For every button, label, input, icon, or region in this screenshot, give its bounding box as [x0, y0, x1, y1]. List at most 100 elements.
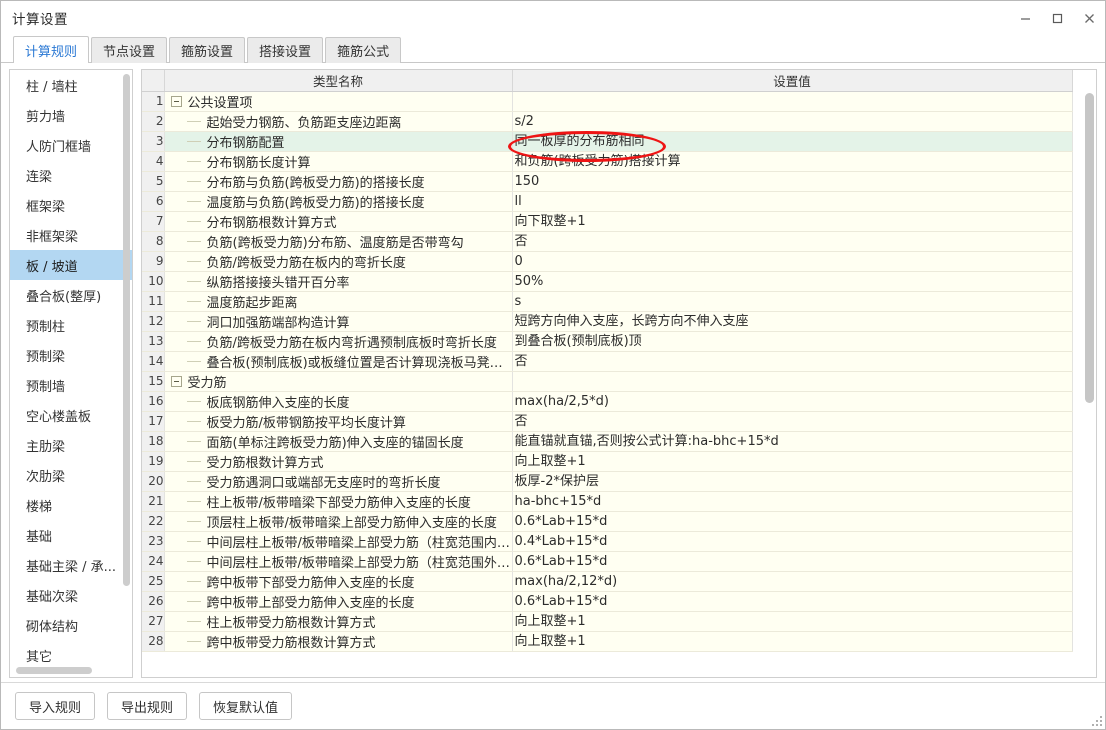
grid-vertical-scrollbar[interactable]: [1085, 93, 1094, 674]
sidebar-item-13[interactable]: 次肋梁: [10, 460, 132, 490]
grid-vertical-scroll-thumb[interactable]: [1085, 93, 1094, 403]
table-row[interactable]: 21 柱上板带/板带暗梁下部受力筋伸入支座的长度 ha-bhc+15*d: [142, 491, 1073, 512]
sidebar-item-10[interactable]: 预制墙: [10, 370, 132, 400]
sidebar-item-12[interactable]: 主肋梁: [10, 430, 132, 460]
setting-value-cell[interactable]: 否: [512, 231, 1073, 252]
setting-value-cell[interactable]: 向上取整+1: [512, 451, 1073, 472]
column-header-setting-value[interactable]: 设置值: [512, 70, 1073, 92]
setting-value-cell[interactable]: 能直锚就直锚,否则按公式计算:ha-bhc+15*d: [512, 431, 1073, 452]
table-row[interactable]: 28 跨中板带受力筋根数计算方式 向上取整+1: [142, 631, 1073, 652]
setting-value-cell[interactable]: 同一板厚的分布筋相同: [512, 131, 1073, 152]
setting-value-cell[interactable]: 150: [512, 171, 1073, 192]
type-name-cell[interactable]: 洞口加强筋端部构造计算: [164, 311, 513, 332]
setting-value-cell[interactable]: 50%: [512, 271, 1073, 292]
setting-value-cell[interactable]: 0.6*Lab+15*d: [512, 551, 1073, 572]
table-row[interactable]: 27 柱上板带受力筋根数计算方式 向上取整+1: [142, 611, 1073, 632]
type-name-cell[interactable]: 负筋/跨板受力筋在板内弯折遇预制底板时弯折长度: [164, 331, 513, 352]
type-name-cell[interactable]: 板受力筋/板带钢筋按平均长度计算: [164, 411, 513, 432]
setting-value-cell[interactable]: 否: [512, 411, 1073, 432]
table-row[interactable]: 13 负筋/跨板受力筋在板内弯折遇预制底板时弯折长度 到叠合板(预制底板)顶: [142, 331, 1073, 352]
setting-value-cell[interactable]: 板厚-2*保护层: [512, 471, 1073, 492]
type-name-cell[interactable]: 负筋/跨板受力筋在板内的弯折长度: [164, 251, 513, 272]
type-name-cell[interactable]: 温度筋与负筋(跨板受力筋)的搭接长度: [164, 191, 513, 212]
setting-value-cell[interactable]: 0.6*Lab+15*d: [512, 511, 1073, 532]
table-row[interactable]: 1 公共设置项: [142, 91, 1073, 112]
table-row[interactable]: 15 受力筋: [142, 371, 1073, 392]
import-rules-button[interactable]: 导入规则: [15, 692, 96, 720]
sidebar-item-1[interactable]: 剪力墙: [10, 100, 132, 130]
sidebar-item-2[interactable]: 人防门框墙: [10, 130, 132, 160]
export-rules-button[interactable]: 导出规则: [107, 692, 188, 720]
setting-value-cell[interactable]: [512, 371, 1073, 392]
type-name-cell[interactable]: 受力筋: [164, 371, 513, 392]
restore-defaults-button[interactable]: 恢复默认值: [199, 692, 293, 720]
collapse-minus-icon[interactable]: [170, 375, 182, 387]
setting-value-cell[interactable]: 和负筋(跨板受力筋)搭接计算: [512, 151, 1073, 172]
table-row[interactable]: 8 负筋(跨板受力筋)分布筋、温度筋是否带弯勾 否: [142, 231, 1073, 252]
table-row[interactable]: 11 温度筋起步距离 s: [142, 291, 1073, 312]
column-header-index[interactable]: [142, 70, 165, 92]
setting-value-cell[interactable]: max(ha/2,12*d): [512, 571, 1073, 592]
table-row[interactable]: 19 受力筋根数计算方式 向上取整+1: [142, 451, 1073, 472]
type-name-cell[interactable]: 分布钢筋配置: [164, 131, 513, 152]
table-row[interactable]: 9 负筋/跨板受力筋在板内的弯折长度 0: [142, 251, 1073, 272]
type-name-cell[interactable]: 顶层柱上板带/板带暗梁上部受力筋伸入支座的长度: [164, 511, 513, 532]
type-name-cell[interactable]: 跨中板带受力筋根数计算方式: [164, 631, 513, 652]
sidebar-vertical-scroll-thumb[interactable]: [123, 74, 130, 586]
table-row[interactable]: 25 跨中板带下部受力筋伸入支座的长度 max(ha/2,12*d): [142, 571, 1073, 592]
table-row[interactable]: 3 分布钢筋配置 同一板厚的分布筋相同: [142, 131, 1073, 152]
table-row[interactable]: 18 面筋(单标注跨板受力筋)伸入支座的锚固长度 能直锚就直锚,否则按公式计算:ha…: [142, 431, 1073, 452]
sidebar-item-4[interactable]: 框架梁: [10, 190, 132, 220]
type-name-cell[interactable]: 受力筋遇洞口或端部无支座时的弯折长度: [164, 471, 513, 492]
type-name-cell[interactable]: 分布钢筋根数计算方式: [164, 211, 513, 232]
setting-value-cell[interactable]: 向下取整+1: [512, 211, 1073, 232]
setting-value-cell[interactable]: ha-bhc+15*d: [512, 491, 1073, 512]
table-row[interactable]: 17 板受力筋/板带钢筋按平均长度计算 否: [142, 411, 1073, 432]
sidebar-item-11[interactable]: 空心楼盖板: [10, 400, 132, 430]
type-name-cell[interactable]: 面筋(单标注跨板受力筋)伸入支座的锚固长度: [164, 431, 513, 452]
setting-value-cell[interactable]: 0.6*Lab+15*d: [512, 591, 1073, 612]
sidebar-item-0[interactable]: 柱 / 墙柱: [10, 70, 132, 100]
setting-value-cell[interactable]: ll: [512, 191, 1073, 212]
table-row[interactable]: 26 跨中板带上部受力筋伸入支座的长度 0.6*Lab+15*d: [142, 591, 1073, 612]
type-name-cell[interactable]: 中间层柱上板带/板带暗梁上部受力筋（柱宽范围外）伸入...: [164, 551, 513, 572]
type-name-cell[interactable]: 叠合板(预制底板)或板缝位置是否计算现浇板马凳筋和拉筋: [164, 351, 513, 372]
table-row[interactable]: 2 起始受力钢筋、负筋距支座边距离 s/2: [142, 111, 1073, 132]
sidebar-item-16[interactable]: 基础主梁 / 承...: [10, 550, 132, 580]
type-name-cell[interactable]: 分布筋与负筋(跨板受力筋)的搭接长度: [164, 171, 513, 192]
type-name-cell[interactable]: 跨中板带上部受力筋伸入支座的长度: [164, 591, 513, 612]
type-name-cell[interactable]: 纵筋搭接接头错开百分率: [164, 271, 513, 292]
sidebar-item-9[interactable]: 预制梁: [10, 340, 132, 370]
type-name-cell[interactable]: 板底钢筋伸入支座的长度: [164, 391, 513, 412]
type-name-cell[interactable]: 柱上板带受力筋根数计算方式: [164, 611, 513, 632]
resize-grip[interactable]: [1090, 714, 1102, 726]
setting-value-cell[interactable]: s: [512, 291, 1073, 312]
type-name-cell[interactable]: 受力筋根数计算方式: [164, 451, 513, 472]
setting-value-cell[interactable]: 0: [512, 251, 1073, 272]
sidebar-item-17[interactable]: 基础次梁: [10, 580, 132, 610]
tab-2[interactable]: 箍筋设置: [169, 37, 246, 63]
setting-value-cell[interactable]: 到叠合板(预制底板)顶: [512, 331, 1073, 352]
type-name-cell[interactable]: 负筋(跨板受力筋)分布筋、温度筋是否带弯勾: [164, 231, 513, 252]
table-row[interactable]: 12 洞口加强筋端部构造计算 短跨方向伸入支座，长跨方向不伸入支座: [142, 311, 1073, 332]
table-row[interactable]: 22 顶层柱上板带/板带暗梁上部受力筋伸入支座的长度 0.6*Lab+15*d: [142, 511, 1073, 532]
setting-value-cell[interactable]: [512, 91, 1073, 112]
table-row[interactable]: 4 分布钢筋长度计算 和负筋(跨板受力筋)搭接计算: [142, 151, 1073, 172]
sidebar-item-18[interactable]: 砌体结构: [10, 610, 132, 640]
close-button[interactable]: [1073, 1, 1105, 35]
sidebar-item-19[interactable]: 其它: [10, 640, 132, 670]
setting-value-cell[interactable]: 否: [512, 351, 1073, 372]
sidebar-item-5[interactable]: 非框架梁: [10, 220, 132, 250]
type-name-cell[interactable]: 公共设置项: [164, 91, 513, 112]
type-name-cell[interactable]: 分布钢筋长度计算: [164, 151, 513, 172]
type-name-cell[interactable]: 中间层柱上板带/板带暗梁上部受力筋（柱宽范围内）伸入...: [164, 531, 513, 552]
sidebar-horizontal-scrollbar[interactable]: [14, 667, 118, 674]
sidebar-vertical-scrollbar[interactable]: [123, 74, 130, 654]
setting-value-cell[interactable]: s/2: [512, 111, 1073, 132]
sidebar-item-15[interactable]: 基础: [10, 520, 132, 550]
tab-4[interactable]: 箍筋公式: [325, 37, 402, 63]
setting-value-cell[interactable]: 0.4*Lab+15*d: [512, 531, 1073, 552]
minimize-button[interactable]: [1009, 1, 1041, 35]
setting-value-cell[interactable]: max(ha/2,5*d): [512, 391, 1073, 412]
table-row[interactable]: 5 分布筋与负筋(跨板受力筋)的搭接长度 150: [142, 171, 1073, 192]
